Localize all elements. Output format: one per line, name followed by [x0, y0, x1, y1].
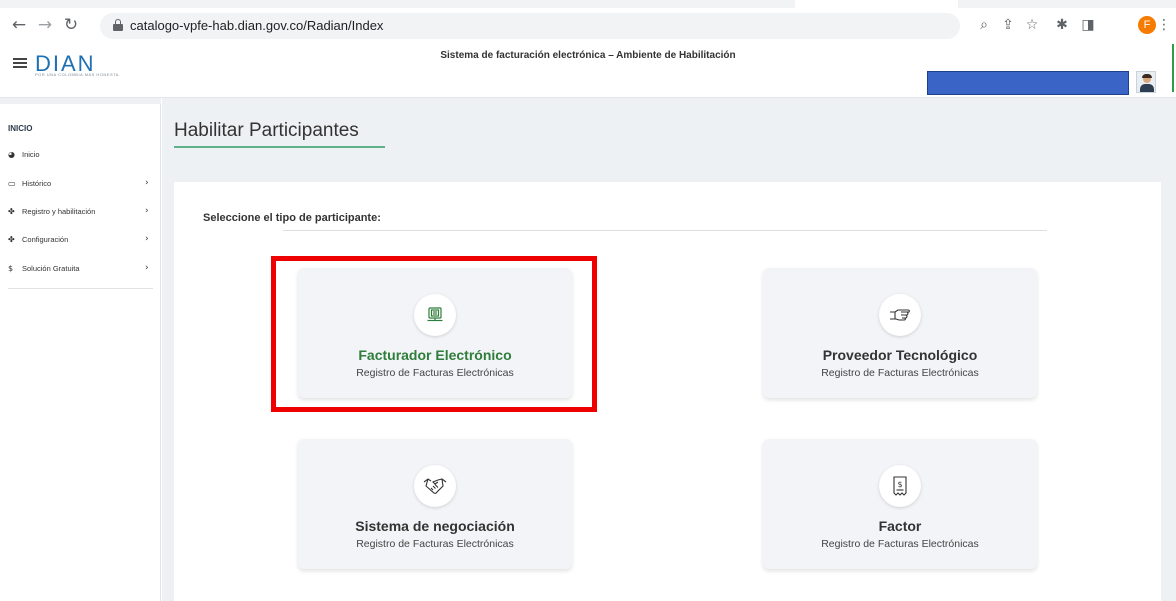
sidebar	[0, 98, 161, 601]
receipt-icon: $	[879, 465, 921, 507]
sidebar-divider	[8, 288, 153, 289]
sidebar-heading: INICIO	[8, 124, 33, 133]
card-subtitle: Registro de Facturas Electrónicas	[356, 538, 514, 550]
title-underline	[174, 146, 385, 148]
sidebar-item-configuracion[interactable]: ✤ Configuración ›	[8, 232, 153, 246]
card-proveedor-tecnologico[interactable]: Proveedor Tecnológico Registro de Factur…	[763, 268, 1037, 398]
browser-toolbar: ← → ↻ catalogo-vpfe-hab.dian.gov.co/Radi…	[0, 0, 1176, 44]
url-text[interactable]: catalogo-vpfe-hab.dian.gov.co/Radian/Ind…	[130, 18, 383, 33]
zoom-icon[interactable]: ⌕	[974, 15, 994, 35]
users-icon: ✤	[8, 234, 15, 244]
bookmark-star-icon[interactable]: ☆	[1022, 15, 1042, 35]
participant-type-prompt: Seleccione el tipo de participante:	[203, 212, 381, 224]
card-title: Proveedor Tecnológico	[822, 347, 978, 363]
chevron-right-icon: ›	[145, 263, 149, 273]
sidebar-item-registro[interactable]: ✤ Registro y habilitación ›	[8, 204, 153, 218]
sidebar-item-label: Solución Gratuita	[22, 263, 80, 273]
users-icon: ✤	[8, 206, 15, 216]
active-tab[interactable]	[795, 0, 958, 8]
back-icon[interactable]: ←	[8, 14, 30, 36]
side-panel-icon[interactable]: ◨	[1078, 15, 1098, 35]
card-title: Sistema de negociación	[355, 518, 515, 534]
card-sistema-de-negociacion[interactable]: Sistema de negociación Registro de Factu…	[298, 439, 572, 569]
user-info-box[interactable]	[927, 71, 1129, 95]
lock-icon[interactable]	[113, 19, 123, 31]
svg-text:$: $	[897, 480, 902, 489]
card-factor[interactable]: $ Factor Registro de Facturas Electrónic…	[763, 439, 1037, 569]
laptop-icon: ▭	[8, 178, 16, 188]
app-header: DIAN POR UNA COLOMBIA MÁS HONESTA Sistem…	[0, 44, 1176, 98]
logo-tagline: POR UNA COLOMBIA MÁS HONESTA	[35, 72, 119, 77]
sidebar-item-label: Registro y habilitación	[22, 206, 96, 216]
hand-icon	[879, 294, 921, 336]
card-title: Factor	[878, 518, 922, 534]
sidebar-item-inicio[interactable]: ◕ Inicio	[8, 147, 153, 161]
sidebar-top-strip	[0, 98, 161, 104]
sidebar-item-label: Histórico	[22, 178, 52, 188]
highlight-box	[271, 256, 597, 412]
share-icon[interactable]: ⇪	[998, 15, 1018, 35]
sidebar-item-solucion-gratuita[interactable]: $ Solución Gratuita ›	[8, 261, 153, 275]
chevron-right-icon: ›	[145, 206, 149, 216]
menu-kebab-icon[interactable]: ⋮	[1157, 15, 1171, 35]
prompt-divider	[283, 230, 1047, 231]
sidebar-item-label: Configuración	[22, 234, 69, 244]
header-title: Sistema de facturación electrónica – Amb…	[440, 50, 736, 61]
chevron-right-icon: ›	[145, 234, 149, 244]
extensions-icon[interactable]: ✱	[1052, 15, 1072, 35]
sidebar-item-historico[interactable]: ▭ Histórico ›	[8, 176, 153, 190]
profile-avatar[interactable]: F	[1138, 16, 1156, 34]
dashboard-icon: ◕	[8, 149, 15, 159]
card-subtitle: Registro de Facturas Electrónicas	[821, 538, 979, 550]
forward-icon[interactable]: →	[34, 14, 56, 36]
user-avatar[interactable]	[1136, 71, 1156, 93]
tab-strip	[0, 0, 1176, 8]
card-subtitle: Registro de Facturas Electrónicas	[821, 367, 979, 379]
sidebar-item-label: Inicio	[22, 149, 40, 159]
reload-icon[interactable]: ↻	[60, 14, 82, 36]
page-title: Habilitar Participantes	[174, 120, 359, 141]
header-accent-bar	[1172, 44, 1174, 92]
handshake-icon	[414, 465, 456, 507]
chevron-right-icon: ›	[145, 178, 149, 188]
dollar-icon: $	[8, 263, 14, 273]
